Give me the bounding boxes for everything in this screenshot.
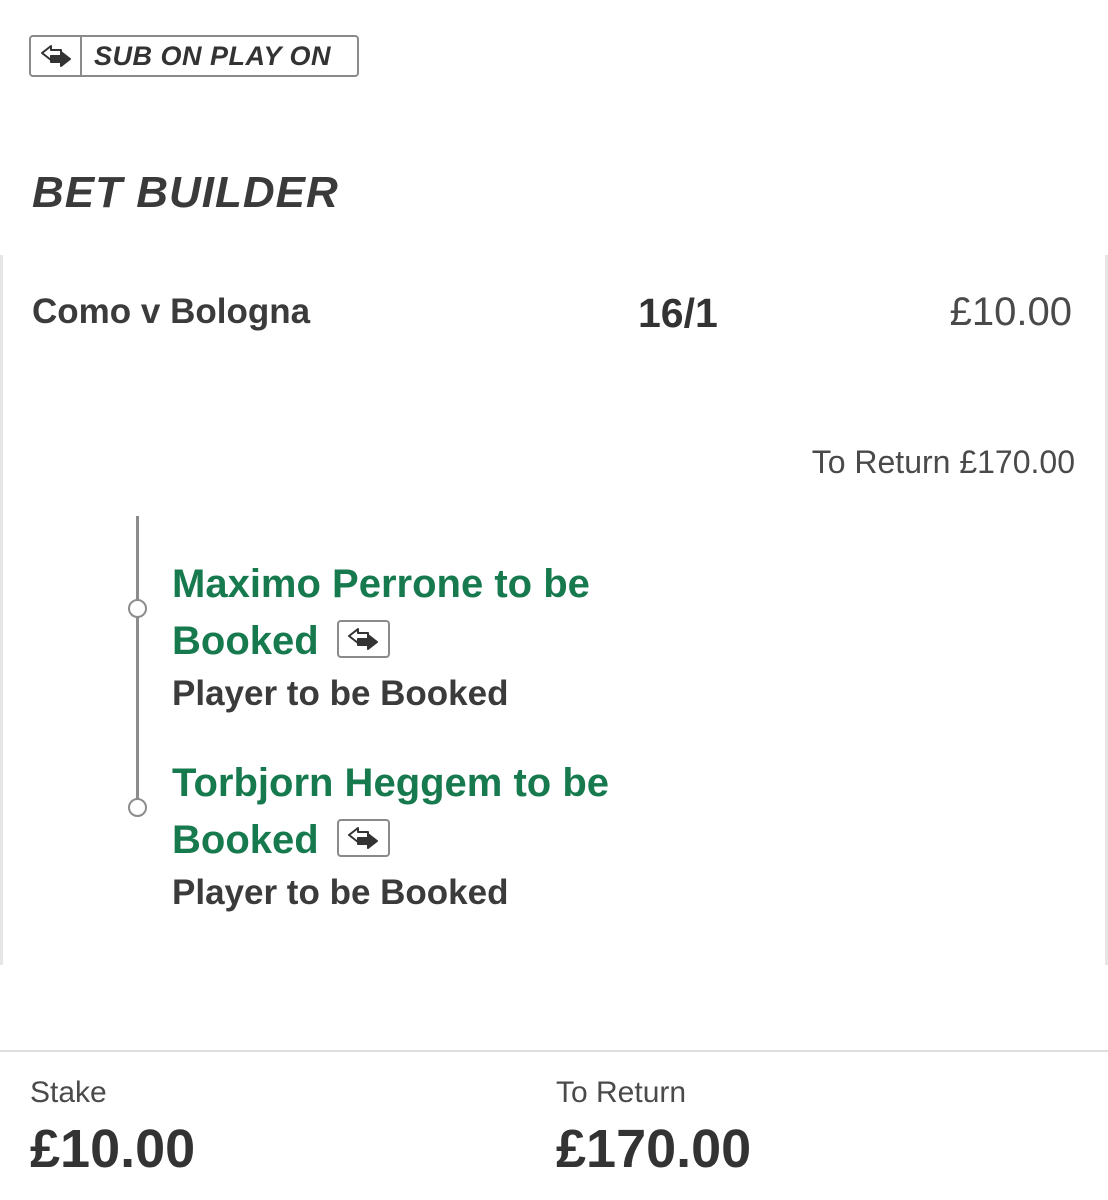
legs-timeline: [136, 516, 139, 812]
leg-market: Player to be Booked: [172, 674, 509, 713]
footer-return-label: To Return: [556, 1076, 687, 1109]
leg-selection: Torbjorn Heggem to be Booked: [172, 761, 610, 862]
leg-marker: [128, 599, 147, 618]
bet-to-return: To Return £170.00: [811, 444, 1075, 480]
leg-marker: [128, 798, 147, 817]
sub-swap-icon: [336, 819, 390, 858]
footer-stake-value: £10.00: [30, 1119, 196, 1179]
footer-return-value: £170.00: [556, 1119, 752, 1179]
badge-label: SUB ON PLAY ON: [94, 40, 332, 71]
bet-odds: 16/1: [638, 290, 718, 336]
sub-swap-icon: [31, 37, 82, 75]
leg-market: Player to be Booked: [172, 873, 509, 912]
sub-swap-icon: [336, 620, 390, 659]
bet-leg: Maximo Perrone to be Booked Player to be…: [172, 556, 732, 715]
bet-leg: Torbjorn Heggem to be Booked Player to b…: [172, 755, 732, 914]
event-name: Como v Bologna: [32, 292, 311, 331]
bet-stake: £10.00: [949, 290, 1072, 334]
footer-divider: [0, 1050, 1108, 1052]
section-title: BET BUILDER: [32, 168, 339, 217]
footer-stake-label: Stake: [30, 1076, 107, 1109]
sub-on-play-on-badge: SUB ON PLAY ON: [29, 35, 359, 77]
